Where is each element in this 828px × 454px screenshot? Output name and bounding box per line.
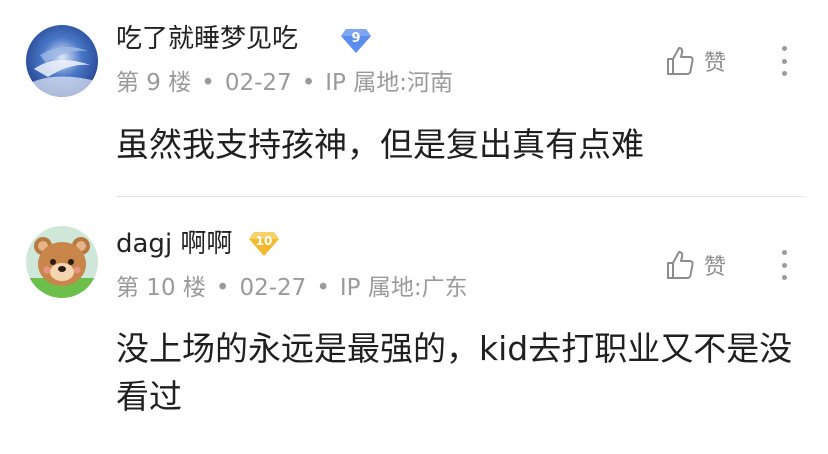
like-button[interactable]: 赞 bbox=[664, 44, 744, 78]
comment-date: 02-27 bbox=[224, 70, 292, 96]
username[interactable]: 吃了就睡梦见吃 bbox=[116, 24, 298, 54]
thumbs-up-icon bbox=[667, 251, 694, 279]
username[interactable]: dagj 啊啊 bbox=[116, 229, 232, 259]
comment-text: 虽然我支持孩神，但是复出真有点难 bbox=[116, 125, 644, 164]
like-button[interactable]: 赞 bbox=[664, 248, 744, 282]
level-badge: 9 bbox=[340, 28, 372, 54]
floor-number: 第 9 楼 bbox=[116, 70, 192, 96]
thumbs-up-icon bbox=[667, 47, 694, 75]
comment-meta: 第 9 楼 • 02-27 • IP 属地:河南 bbox=[116, 70, 453, 96]
like-label: 赞 bbox=[704, 255, 727, 280]
comment-text: 没上场的永远是最强的，kid去打职业又不是没看过 bbox=[116, 329, 793, 416]
ip-location: IP 属地:河南 bbox=[325, 70, 453, 96]
avatar[interactable] bbox=[26, 226, 98, 298]
more-options-icon[interactable] bbox=[774, 44, 794, 78]
more-options-icon[interactable] bbox=[774, 248, 794, 282]
level-number: 10 bbox=[255, 234, 273, 248]
level-number: 9 bbox=[351, 31, 361, 46]
level-badge: 10 bbox=[248, 231, 280, 257]
floor-number: 第 10 楼 bbox=[116, 275, 206, 301]
comment-meta: 第 10 楼 • 02-27 • IP 属地:广东 bbox=[116, 275, 468, 301]
comment-date: 02-27 bbox=[239, 275, 307, 301]
ip-location: IP 属地:广东 bbox=[339, 275, 468, 301]
like-label: 赞 bbox=[704, 51, 727, 76]
comment-item: dagj 啊啊 10 第 10 楼 • 02-27 • IP 属地:广东 赞 没上场的永… bbox=[0, 197, 828, 454]
avatar[interactable] bbox=[26, 25, 98, 97]
comment-item: 吃了就睡梦见吃 9 第 9 楼 • 02-27 • IP 属地:河南 赞 虽然我支持孩神… bbox=[0, 0, 828, 196]
